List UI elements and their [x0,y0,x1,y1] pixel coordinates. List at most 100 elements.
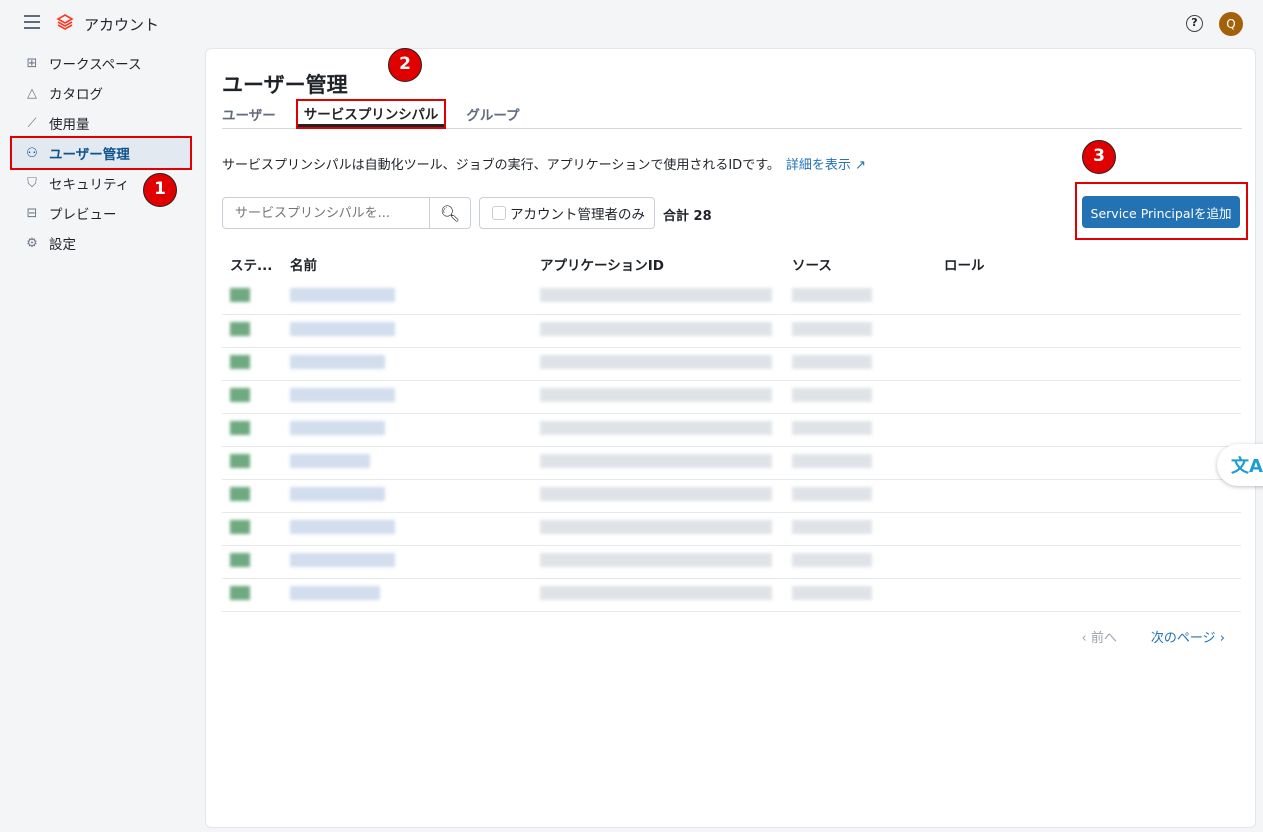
name-cell[interactable] [282,446,532,480]
redacted-id [540,486,772,501]
next-page-button[interactable]: 次のページ › [1151,627,1225,646]
table-row[interactable] [222,479,1241,513]
col-role[interactable]: ロール [936,247,1241,281]
checkbox[interactable] [492,206,506,220]
source-cell [784,314,936,348]
source-cell [784,578,936,612]
name-cell[interactable] [282,380,532,414]
sidebar-item-usage[interactable]: ⟋ 使用量 [12,108,190,138]
prev-label: 前へ [1090,631,1117,646]
details-link-text: 詳細を表示 [785,158,851,173]
app-id-cell [532,446,784,480]
name-cell[interactable] [282,545,532,579]
search-input[interactable] [223,198,430,228]
sidebar-item-workspace[interactable]: ⊞ ワークスペース [12,48,190,78]
translate-icon[interactable]: 文A [1217,444,1263,486]
table-row[interactable] [222,314,1241,348]
redacted-source [792,354,872,369]
app-id-cell [532,512,784,546]
role-cell [936,380,1241,414]
help-icon[interactable]: ? [1186,15,1203,32]
redacted-name [290,552,395,567]
redacted-id [540,453,772,468]
redacted-source [792,486,872,501]
source-cell [784,479,936,513]
sidebar-item-settings[interactable]: ⚙ 設定 [12,228,190,258]
source-cell [784,413,936,447]
label: ワークスペース [49,57,142,73]
app-id-cell [532,413,784,447]
label: プレビュー [49,207,117,223]
tab-users[interactable]: ユーザー [222,101,276,128]
table-row[interactable] [222,578,1241,612]
col-source[interactable]: ソース [784,247,936,281]
name-cell[interactable] [282,479,532,513]
redacted-name [290,519,395,534]
gear-icon: ⚙ [26,235,38,251]
table-row[interactable] [222,380,1241,414]
redacted-name [290,321,395,336]
status-icon [230,453,250,468]
app-id-cell [532,479,784,513]
role-cell [936,281,1241,315]
status-cell [222,545,282,579]
menu-icon[interactable] [24,15,40,29]
search-box: 🔍︎ [222,197,471,229]
status-icon [230,420,250,435]
status-cell [222,347,282,381]
sidebar-item-catalog[interactable]: △ カタログ [12,78,190,108]
status-icon [230,288,250,303]
account-admin-filter[interactable]: アカウント管理者のみ [479,197,655,229]
status-icon [230,486,250,501]
table-row[interactable] [222,512,1241,546]
table-row[interactable] [222,281,1241,315]
source-cell [784,347,936,381]
role-cell [936,479,1241,513]
tab-groups[interactable]: グループ [466,101,519,128]
tabs: ユーザー サービスプリンシパル グループ [222,99,1242,129]
status-cell [222,446,282,480]
source-cell [784,380,936,414]
name-cell[interactable] [282,578,532,612]
table-row[interactable] [222,545,1241,579]
catalog-icon: △ [27,85,37,101]
col-name[interactable]: 名前 [282,247,532,281]
workspace-icon: ⊞ [26,55,38,71]
role-cell [936,578,1241,612]
redacted-source [792,519,872,534]
sidebar-item-user-management[interactable]: ⚇ ユーザー管理 [10,136,192,170]
details-link[interactable]: 詳細を表示 ↗ [786,158,866,173]
external-link-icon: ↗ [855,158,866,173]
col-status[interactable]: ステ... [222,247,282,281]
label: カタログ [49,87,103,103]
redacted-id [540,354,772,369]
add-service-principal-button[interactable]: Service Principalを追加 [1082,196,1240,228]
app-id-cell [532,281,784,315]
tab-service-principals[interactable]: サービスプリンシパル [295,99,447,129]
redacted-name [290,453,370,468]
table-row[interactable] [222,446,1241,480]
name-cell[interactable] [282,281,532,315]
chart-icon: ⟋ [27,115,37,131]
table-row[interactable] [222,413,1241,447]
name-cell[interactable] [282,413,532,447]
prev-page-button[interactable]: ‹ 前へ [1082,627,1117,646]
col-app-id[interactable]: アプリケーションID [532,247,784,281]
redacted-source [792,420,872,435]
redacted-name [290,585,380,600]
source-cell [784,281,936,315]
redacted-name [290,420,385,435]
role-cell [936,314,1241,348]
avatar[interactable]: Q [1219,12,1243,36]
table-row[interactable] [222,347,1241,381]
app-title: アカウント [84,16,160,34]
redacted-id [540,288,772,303]
status-cell [222,413,282,447]
name-cell[interactable] [282,347,532,381]
name-cell[interactable] [282,314,532,348]
users-icon: ⚇ [26,145,38,161]
name-cell[interactable] [282,512,532,546]
search-icon[interactable]: 🔍︎ [429,198,470,228]
status-cell [222,380,282,414]
annotation-badge-3: 3 [1082,140,1116,174]
